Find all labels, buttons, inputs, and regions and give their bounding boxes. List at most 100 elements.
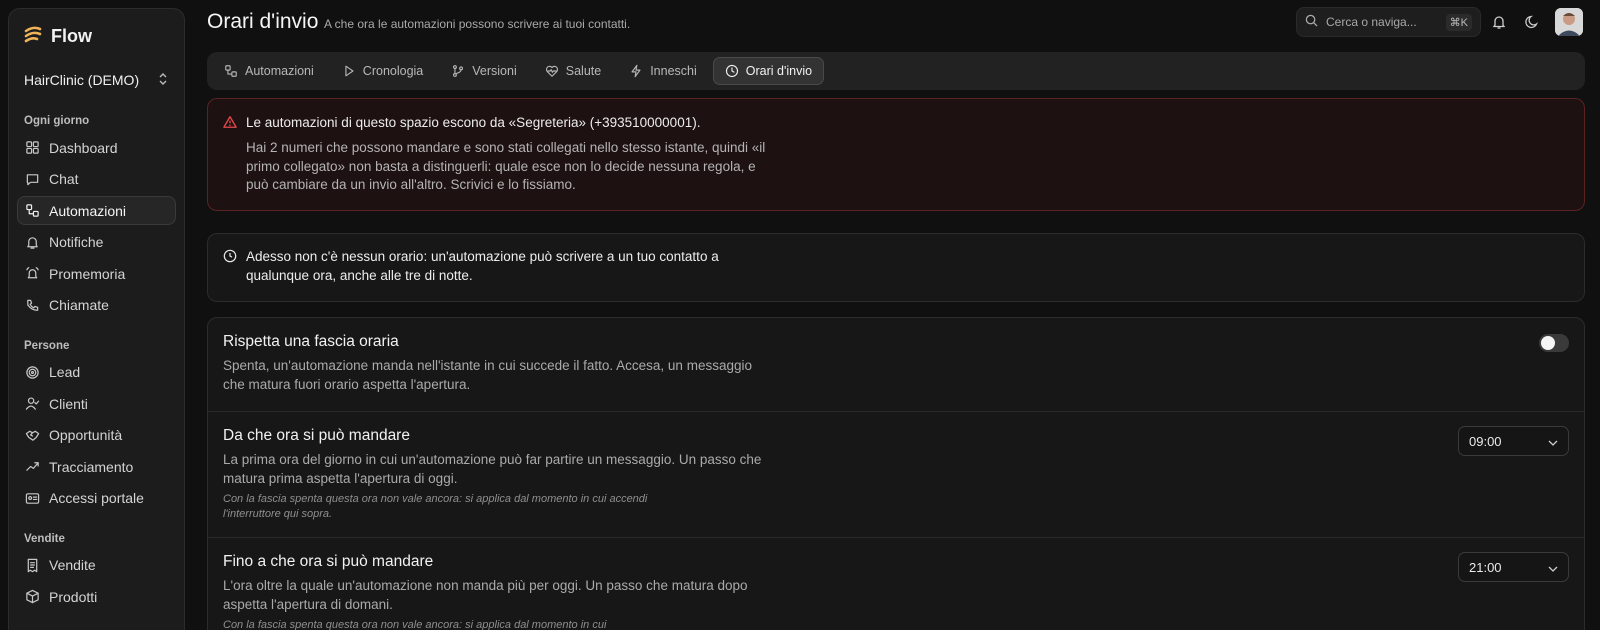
target-icon xyxy=(25,365,40,380)
sender-warning: Le automazioni di questo spazio escono d… xyxy=(207,98,1585,211)
sidebar-item-clienti[interactable]: Clienti xyxy=(17,389,176,418)
sidebar-item-label: Prodotti xyxy=(49,588,98,605)
tab-label: Automazioni xyxy=(245,64,314,78)
chevrons-up-down-icon xyxy=(157,72,169,89)
start-time-select[interactable]: 09:00 xyxy=(1458,426,1569,456)
user-check-icon xyxy=(25,396,40,411)
setting-desc: La prima ora del giorno in cui un'automa… xyxy=(223,452,762,486)
setting-note: Con la fascia spenta questa ora non vale… xyxy=(223,493,648,520)
tab-cronologia[interactable]: Cronologia xyxy=(330,57,435,85)
end-time-select[interactable]: 21:00 xyxy=(1458,552,1569,582)
id-card-icon xyxy=(25,491,40,506)
clock-icon xyxy=(223,247,237,285)
page-subtitle: A che ora le automazioni possono scriver… xyxy=(324,17,631,31)
sidebar-item-label: Vendite xyxy=(49,557,96,573)
setting-title: Rispetta una fascia oraria xyxy=(223,333,399,350)
moon-icon[interactable] xyxy=(1522,12,1542,32)
tab-label: Cronologia xyxy=(362,64,424,78)
alert-triangle-icon xyxy=(223,113,237,132)
tab-label: Inneschi xyxy=(650,64,697,78)
setting-note: Con la fascia spenta questa ora non vale… xyxy=(223,619,607,630)
setting-start: Da che ora si può mandare La prima ora d… xyxy=(208,412,1584,538)
info-text: Adesso non c'è nessun orario: un'automaz… xyxy=(246,249,719,283)
git-branch-icon xyxy=(451,64,465,78)
workflow-icon xyxy=(25,203,40,218)
chat-icon xyxy=(25,172,40,187)
tab-orari-d-invio[interactable]: Orari d'invio xyxy=(712,57,825,85)
avatar[interactable] xyxy=(1555,8,1583,36)
sidebar-item-label: Tracciamento xyxy=(49,458,134,475)
search-shortcut: ⌘K xyxy=(1445,13,1472,31)
sidebar-item-chiamate[interactable]: Chiamate xyxy=(17,291,176,320)
play-icon xyxy=(342,64,356,78)
schedule-info: Adesso non c'è nessun orario: un'automaz… xyxy=(207,233,1585,302)
sidebar-item-accessi-portale[interactable]: Accessi portale xyxy=(17,484,176,513)
settings-card: Rispetta una fascia oraria Spenta, un'au… xyxy=(207,317,1585,630)
sidebar-item-label: Automazioni xyxy=(49,202,127,219)
setting-title: Da che ora si può mandare xyxy=(223,427,410,444)
sidebar-item-label: Chat xyxy=(49,171,79,187)
setting-end: Fino a che ora si può mandare L'ora oltr… xyxy=(208,538,1584,630)
sidebar-item-prodotti[interactable]: Prodotti xyxy=(17,582,176,611)
sidebar-item-lead[interactable]: Lead xyxy=(17,358,176,387)
phone-icon xyxy=(25,298,40,313)
sidebar-item-tracciamento[interactable]: Tracciamento xyxy=(17,452,176,481)
end-time-value: 21:00 xyxy=(1469,559,1502,575)
sidebar-item-label: Dashboard xyxy=(49,139,118,156)
setting-window: Rispetta una fascia oraria Spenta, un'au… xyxy=(208,318,1584,412)
tab-automazioni[interactable]: Automazioni xyxy=(212,57,326,85)
sidebar-section-label: Vendite xyxy=(24,532,65,545)
sidebar-item-label: Accessi portale xyxy=(49,490,144,506)
tab-label: Salute xyxy=(565,64,602,78)
sidebar: Flow HairClinic (DEMO) Ogni giorno Dashbo… xyxy=(8,8,185,630)
tab-label: Orari d'invio xyxy=(745,64,813,78)
sidebar-item-label: Notifiche xyxy=(49,234,104,250)
sidebar-item-automazioni[interactable]: Automazioni xyxy=(17,196,176,225)
sidebar-item-label: Lead xyxy=(49,364,81,380)
sidebar-item-vendite[interactable]: Vendite xyxy=(17,551,176,580)
sidebar-item-chat[interactable]: Chat xyxy=(17,165,176,194)
dashboard-icon xyxy=(25,140,40,155)
warning-body: Hai 2 numeri che possono mandare e sono … xyxy=(246,140,766,192)
tab-bar: Automazioni Cronologia Versioni Salute Innes… xyxy=(207,52,1585,90)
page-title: Orari d'invio xyxy=(207,10,319,33)
sidebar-item-label: Opportunità xyxy=(49,427,123,443)
receipt-icon xyxy=(25,558,40,573)
window-toggle[interactable] xyxy=(1539,334,1569,352)
search-icon xyxy=(1305,14,1318,30)
setting-title: Fino a che ora si può mandare xyxy=(223,553,434,570)
tab-inneschi[interactable]: Inneschi xyxy=(617,57,709,85)
setting-desc: Spenta, un'automazione manda nell'istant… xyxy=(223,358,752,392)
sidebar-item-label: Clienti xyxy=(49,395,88,412)
workflow-icon xyxy=(224,64,238,78)
sidebar-item-dashboard[interactable]: Dashboard xyxy=(17,133,176,162)
tab-salute[interactable]: Salute xyxy=(533,57,613,85)
workspace-name: HairClinic (DEMO) xyxy=(24,72,140,88)
sidebar-item-promemoria[interactable]: Promemoria xyxy=(17,259,176,288)
sidebar-section-label: Ogni giorno xyxy=(24,115,90,127)
flow-logo-icon xyxy=(23,25,43,48)
trend-icon xyxy=(25,459,40,474)
setting-desc: L'ora oltre la quale un'automazione non … xyxy=(223,578,748,612)
zap-icon xyxy=(629,64,643,78)
tab-versioni[interactable]: Versioni xyxy=(439,57,528,85)
package-icon xyxy=(25,589,40,604)
brand-name: Flow xyxy=(51,25,92,46)
sidebar-item-label: Promemoria xyxy=(49,265,126,282)
sidebar-section-label: Persone xyxy=(24,339,70,352)
bell-icon xyxy=(25,235,40,250)
sidebar-item-opportunit-[interactable]: Opportunità xyxy=(17,421,176,450)
workspace-switcher[interactable]: HairClinic (DEMO) xyxy=(17,65,176,95)
heart-pulse-icon xyxy=(545,64,559,78)
tab-label: Versioni xyxy=(472,64,517,78)
brand[interactable]: Flow xyxy=(17,21,176,51)
sidebar-item-notifiche[interactable]: Notifiche xyxy=(17,228,176,257)
bell-ring-icon xyxy=(25,266,40,281)
search-input[interactable]: Cerca o naviga... ⌘K xyxy=(1296,7,1481,37)
search-placeholder: Cerca o naviga... xyxy=(1326,15,1417,29)
start-time-value: 09:00 xyxy=(1469,433,1502,449)
clock-icon xyxy=(725,64,739,78)
warning-title: Le automazioni di questo spazio escono d… xyxy=(246,115,701,130)
handshake-icon xyxy=(25,428,40,443)
bell-icon[interactable] xyxy=(1489,12,1509,32)
